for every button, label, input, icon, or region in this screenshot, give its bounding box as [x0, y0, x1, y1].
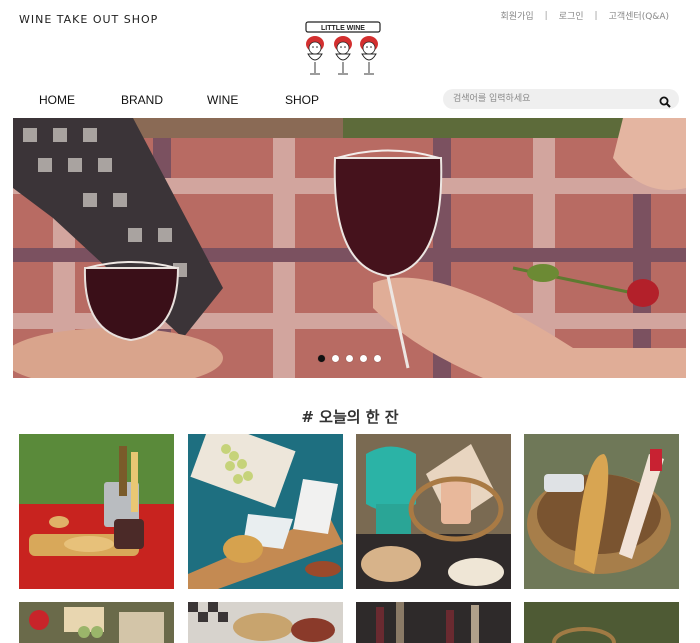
divider: |	[594, 10, 598, 21]
slide-dot-1[interactable]	[318, 355, 325, 362]
nav-wine[interactable]: WINE	[207, 93, 238, 107]
product-card[interactable]	[188, 434, 343, 589]
search-icon[interactable]	[659, 93, 671, 108]
product-card[interactable]	[356, 602, 511, 643]
product-card[interactable]	[524, 602, 679, 643]
search-bar	[443, 89, 679, 109]
product-card[interactable]	[19, 602, 174, 643]
product-card[interactable]	[356, 434, 511, 589]
product-card[interactable]	[19, 434, 174, 589]
product-card[interactable]	[524, 434, 679, 589]
section-title: # 오늘의 한 잔	[301, 408, 399, 426]
divider: |	[544, 10, 548, 21]
nav-shop[interactable]: SHOP	[285, 93, 319, 107]
signup-link[interactable]: 회원가입	[501, 9, 534, 22]
top-links: 회원가입 | 로그인 | 고객센터(Q&A)	[501, 9, 669, 23]
customer-center-link[interactable]: 고객센터(Q&A)	[609, 9, 669, 22]
slide-dot-3[interactable]	[346, 355, 353, 362]
slide-dot-2[interactable]	[332, 355, 339, 362]
login-link[interactable]: 로그인	[559, 9, 584, 22]
logo[interactable]: LITTLE WINE	[303, 20, 383, 82]
nav-brand[interactable]: BRAND	[121, 93, 163, 107]
slide-dot-4[interactable]	[360, 355, 367, 362]
slide-dot-5[interactable]	[374, 355, 381, 362]
slide-indicators	[318, 355, 381, 362]
nav-home[interactable]: HOME	[39, 93, 75, 107]
product-card[interactable]	[188, 602, 343, 643]
search-input[interactable]	[453, 91, 643, 107]
hero-banner[interactable]	[13, 118, 686, 378]
shop-name[interactable]: WINE TAKE OUT SHOP	[19, 13, 158, 26]
svg-text:LITTLE WINE: LITTLE WINE	[321, 25, 365, 32]
